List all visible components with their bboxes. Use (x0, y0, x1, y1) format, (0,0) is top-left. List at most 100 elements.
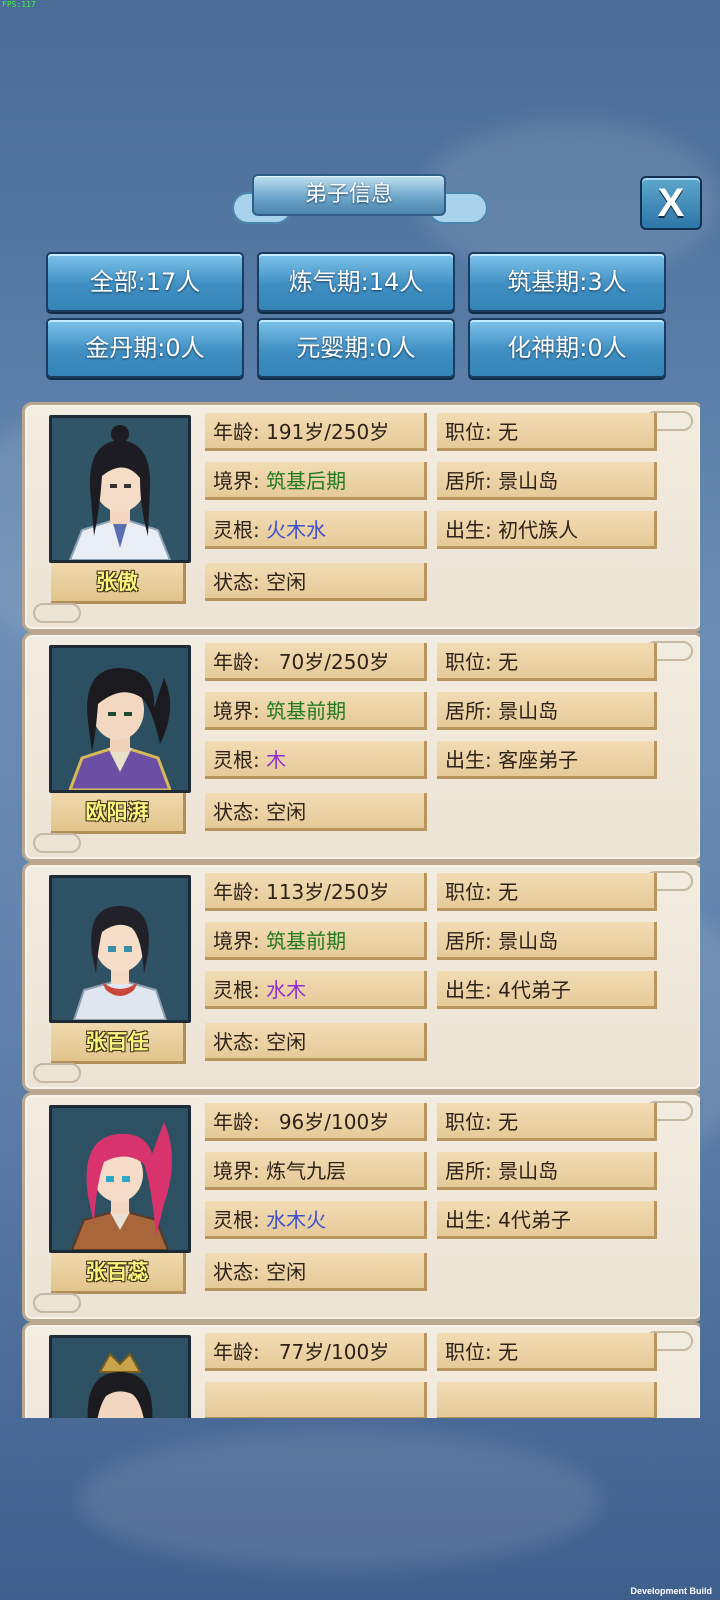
spirit-root-value: 水木 (266, 978, 307, 1002)
position-value: 无 (498, 880, 519, 904)
disciple-name: 张傲 (51, 563, 186, 604)
birth-label: 出生: (445, 1208, 492, 1232)
residence-label: 居所: (445, 469, 492, 493)
position-field: 职位: 无 (437, 1333, 657, 1371)
status-field: 状态: 空闲 (205, 793, 427, 831)
spirit-root-value: 火木水 (266, 518, 327, 542)
fps-counter: FPS:117 (2, 0, 36, 9)
residence-field: 居所: 景山岛 (437, 462, 657, 500)
residence-label: 居所: (445, 1159, 492, 1183)
position-field: 职位: 无 (437, 1103, 657, 1141)
filter-nascent-soul-button[interactable]: 元婴期:0人 (257, 318, 455, 378)
realm-field (205, 1382, 427, 1418)
realm-value: 筑基前期 (266, 699, 347, 723)
position-label: 职位: (445, 1110, 492, 1134)
age-label: 年龄: (213, 420, 260, 444)
disciple-portrait (49, 645, 191, 793)
realm-field: 境界: 筑基前期 (205, 922, 427, 960)
status-label: 状态: (213, 1030, 260, 1054)
age-value: 77岁/100岁 (278, 1340, 390, 1364)
age-field: 年龄: 96岁/100岁 (205, 1103, 427, 1141)
spirit-root-field: 灵根: 木 (205, 741, 427, 779)
age-field: 年龄: 70岁/250岁 (205, 643, 427, 681)
residence-value: 景山岛 (498, 929, 559, 953)
position-label: 职位: (445, 420, 492, 444)
disciple-name: 张百任 (51, 1023, 186, 1064)
birth-field: 出生: 4代弟子 (437, 971, 657, 1009)
realm-field: 境界: 筑基前期 (205, 692, 427, 730)
filter-foundation-button[interactable]: 筑基期:3人 (468, 252, 666, 312)
position-label: 职位: (445, 880, 492, 904)
realm-field: 境界: 炼气九层 (205, 1152, 427, 1190)
birth-value: 4代弟子 (498, 978, 571, 1002)
status-field: 状态: 空闲 (205, 1023, 427, 1061)
disciple-card[interactable]: 欧阳湃 年龄: 70岁/250岁 职位: 无 境界: 筑基前期 居所: 景山岛 … (22, 632, 700, 862)
page-title: 弟子信息 (252, 174, 446, 216)
disciple-card[interactable]: 年龄: 77岁/100岁 职位: 无 (22, 1322, 700, 1418)
disciple-portrait (49, 1105, 191, 1253)
spirit-root-label: 灵根: (213, 518, 260, 542)
age-label: 年龄: (213, 1340, 260, 1364)
realm-value: 筑基前期 (266, 929, 347, 953)
birth-label: 出生: (445, 748, 492, 772)
spirit-root-label: 灵根: (213, 748, 260, 772)
status-value: 空闲 (266, 1030, 307, 1054)
spirit-root-field: 灵根: 水木火 (205, 1201, 427, 1239)
position-field: 职位: 无 (437, 873, 657, 911)
birth-field: 出生: 4代弟子 (437, 1201, 657, 1239)
disciple-card[interactable]: 张百任 年龄: 113岁/250岁 职位: 无 境界: 筑基前期 居所: 景山岛… (22, 862, 700, 1092)
age-field: 年龄: 77岁/100岁 (205, 1333, 427, 1371)
position-field: 职位: 无 (437, 413, 657, 451)
disciple-card[interactable]: 张百蕊 年龄: 96岁/100岁 职位: 无 境界: 炼气九层 居所: 景山岛 … (22, 1092, 700, 1322)
birth-field: 出生: 客座弟子 (437, 741, 657, 779)
spirit-root-label: 灵根: (213, 978, 260, 1002)
spirit-root-field: 灵根: 水木 (205, 971, 427, 1009)
birth-value: 客座弟子 (498, 748, 579, 772)
position-value: 无 (498, 1110, 519, 1134)
realm-label: 境界: (213, 699, 260, 723)
age-value: 191岁/250岁 (266, 420, 390, 444)
age-field: 年龄: 113岁/250岁 (205, 873, 427, 911)
residence-value: 景山岛 (498, 699, 559, 723)
status-label: 状态: (213, 570, 260, 594)
disciple-card[interactable]: 张傲 年龄: 191岁/250岁 职位: 无 境界: 筑基后期 居所: 景山岛 … (22, 402, 700, 632)
filter-spirit-severing-button[interactable]: 化神期:0人 (468, 318, 666, 378)
birth-label: 出生: (445, 518, 492, 542)
disciple-name: 张百蕊 (51, 1253, 186, 1294)
spirit-root-field: 灵根: 火木水 (205, 511, 427, 549)
spirit-root-value: 木 (266, 748, 287, 772)
age-label: 年龄: (213, 650, 260, 674)
realm-value: 筑基后期 (266, 469, 347, 493)
age-label: 年龄: (213, 1110, 260, 1134)
residence-label: 居所: (445, 699, 492, 723)
realm-label: 境界: (213, 929, 260, 953)
status-value: 空闲 (266, 1260, 307, 1284)
age-value: 96岁/100岁 (278, 1110, 390, 1134)
position-value: 无 (498, 1340, 519, 1364)
filter-qi-refining-button[interactable]: 炼气期:14人 (257, 252, 455, 312)
birth-value: 4代弟子 (498, 1208, 571, 1232)
status-field: 状态: 空闲 (205, 563, 427, 601)
position-field: 职位: 无 (437, 643, 657, 681)
filter-golden-core-button[interactable]: 金丹期:0人 (46, 318, 244, 378)
realm-label: 境界: (213, 469, 260, 493)
residence-field: 居所: 景山岛 (437, 922, 657, 960)
age-field: 年龄: 191岁/250岁 (205, 413, 427, 451)
residence-label: 居所: (445, 929, 492, 953)
development-build-label: Development Build (630, 1586, 712, 1596)
disciple-portrait (49, 875, 191, 1023)
status-value: 空闲 (266, 570, 307, 594)
age-value: 70岁/250岁 (278, 650, 390, 674)
status-label: 状态: (213, 1260, 260, 1284)
disciple-portrait (49, 1335, 191, 1418)
spirit-root-label: 灵根: (213, 1208, 260, 1232)
birth-field: 出生: 初代族人 (437, 511, 657, 549)
status-value: 空闲 (266, 800, 307, 824)
residence-field (437, 1382, 657, 1418)
position-label: 职位: (445, 1340, 492, 1364)
disciple-portrait (49, 415, 191, 563)
close-button[interactable]: X (640, 176, 702, 230)
status-label: 状态: (213, 800, 260, 824)
disciple-list[interactable]: 张傲 年龄: 191岁/250岁 职位: 无 境界: 筑基后期 居所: 景山岛 … (22, 402, 700, 1418)
filter-all-button[interactable]: 全部:17人 (46, 252, 244, 312)
